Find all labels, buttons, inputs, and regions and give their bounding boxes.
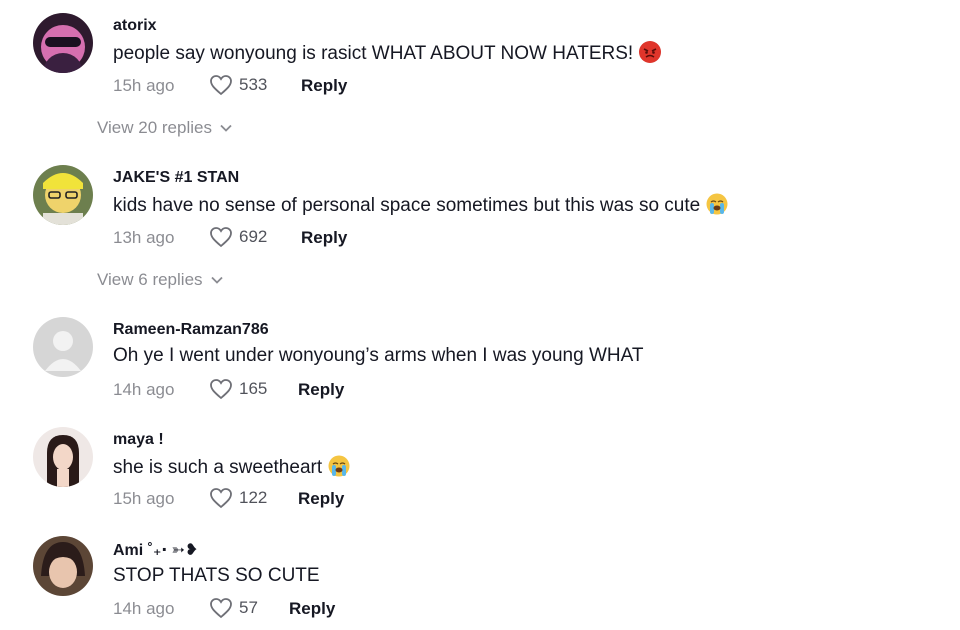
comment-text-content: kids have no sense of personal space som… [113, 195, 701, 216]
view-replies-button[interactable]: View 6 replies [97, 270, 223, 290]
chevron-down-icon [210, 276, 223, 284]
username[interactable]: JAKE'S #1 STAN [113, 169, 239, 187]
angry-face-icon [639, 41, 662, 63]
reply-button[interactable]: Reply [301, 76, 347, 96]
like-count: 533 [239, 75, 268, 94]
comment-text: she is such a sweetheart [113, 455, 350, 479]
comment-text: Oh ye I went under wonyoung’s arms when … [113, 345, 644, 366]
comment-meta: 15h ago 122 Reply [113, 487, 513, 511]
avatar[interactable] [33, 13, 93, 73]
chevron-down-icon [220, 124, 232, 132]
comment-meta: 15h ago 533 Reply [113, 74, 513, 98]
avatar[interactable] [33, 165, 93, 225]
like-count: 692 [239, 227, 268, 246]
reply-button[interactable]: Reply [289, 599, 335, 619]
comment-text-content: she is such a sweetheart [113, 457, 323, 478]
avatar[interactable] [33, 536, 93, 596]
timestamp: 15h ago [113, 489, 175, 508]
avatar[interactable] [33, 317, 93, 377]
heart-icon [210, 379, 232, 400]
comment-meta: 13h ago 692 Reply [113, 226, 513, 250]
like-count: 122 [239, 488, 268, 507]
timestamp: 14h ago [113, 380, 175, 399]
view-replies-button[interactable]: View 20 replies [97, 118, 232, 138]
avatar[interactable] [33, 427, 93, 487]
comment-text: STOP THATS SO CUTE [113, 565, 320, 586]
comment-text: people say wonyoung is rasict WHAT ABOUT… [113, 41, 662, 65]
reply-button[interactable]: Reply [301, 228, 347, 248]
username[interactable]: atorix [113, 17, 157, 35]
heart-icon [210, 598, 232, 619]
reply-button[interactable]: Reply [298, 489, 344, 509]
timestamp: 14h ago [113, 599, 175, 618]
loudly-crying-face-icon [328, 455, 350, 477]
like-button[interactable]: 57 [209, 597, 258, 619]
username[interactable]: maya ! [113, 431, 164, 449]
comment-text-content: people say wonyoung is rasict WHAT ABOUT… [113, 43, 634, 64]
loudly-crying-face-icon [706, 193, 728, 215]
like-button[interactable]: 692 [209, 226, 267, 248]
view-replies-label: View 20 replies [97, 118, 212, 137]
reply-button[interactable]: Reply [298, 380, 344, 400]
like-button[interactable]: 165 [209, 378, 267, 400]
like-count: 57 [239, 598, 258, 617]
comment-meta: 14h ago 57 Reply [113, 597, 513, 621]
username[interactable]: Ami ˚₊‧ ➳❥ [113, 540, 198, 560]
username[interactable]: Rameen-Ramzan786 [113, 321, 269, 339]
heart-icon [210, 488, 232, 509]
heart-icon [210, 75, 232, 96]
like-count: 165 [239, 379, 268, 398]
view-replies-label: View 6 replies [97, 270, 203, 289]
like-button[interactable]: 122 [209, 487, 267, 509]
timestamp: 13h ago [113, 228, 175, 247]
comment-text: kids have no sense of personal space som… [113, 193, 728, 217]
heart-icon [210, 227, 232, 248]
comment-meta: 14h ago 165 Reply [113, 378, 513, 402]
like-button[interactable]: 533 [209, 74, 267, 96]
timestamp: 15h ago [113, 76, 175, 95]
